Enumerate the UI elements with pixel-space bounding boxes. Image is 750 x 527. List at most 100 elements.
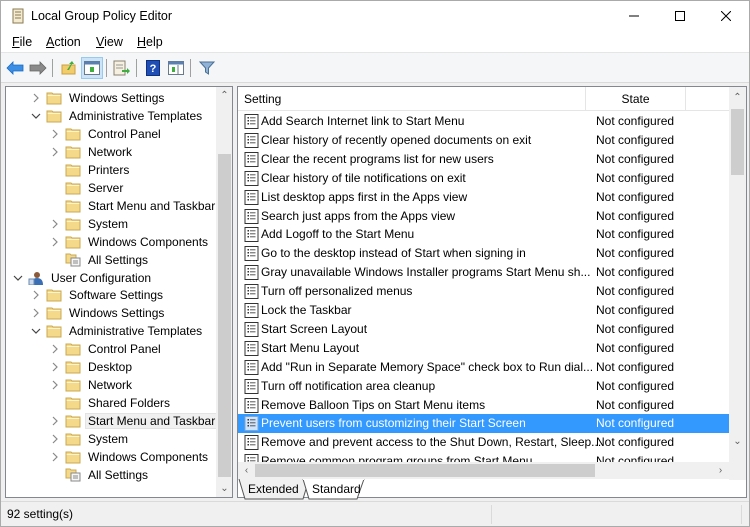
menu-file[interactable]: File: [12, 35, 32, 49]
tree-item[interactable]: System: [49, 215, 130, 233]
tree-item[interactable]: Windows Settings: [30, 89, 166, 107]
export-list-button[interactable]: [111, 57, 133, 79]
tree-item[interactable]: Start Menu and Taskbar: [49, 412, 219, 430]
tree-item[interactable]: Windows Settings: [30, 304, 166, 322]
tree-item[interactable]: System: [49, 430, 130, 448]
scrollbar-thumb[interactable]: [731, 109, 744, 175]
list-row[interactable]: Go to the desktop instead of Start when …: [238, 244, 729, 263]
scroll-up-arrow-icon[interactable]: ⌃: [216, 87, 232, 104]
tree-item[interactable]: Control Panel: [49, 340, 163, 358]
menu-action[interactable]: Action: [46, 35, 81, 49]
chevron-right-icon[interactable]: [49, 430, 61, 448]
list-row[interactable]: Turn off personalized menus Not configure…: [238, 282, 729, 301]
menu-view[interactable]: View: [96, 35, 123, 49]
tree-item-label: Desktop: [88, 360, 133, 375]
minimize-button[interactable]: [611, 1, 657, 31]
chevron-right-icon[interactable]: [49, 448, 61, 466]
tree-item[interactable]: Control Panel: [49, 125, 163, 143]
chevron-down-icon[interactable]: [12, 269, 24, 287]
console-tree-icon: [84, 61, 100, 75]
tree-item[interactable]: Server: [49, 179, 125, 197]
chevron-right-icon[interactable]: [49, 215, 61, 233]
setting-name: Lock the Taskbar: [261, 303, 352, 317]
list-row[interactable]: Start Menu Layout Not configured: [238, 339, 729, 358]
column-header-state[interactable]: State: [586, 87, 686, 111]
tree-item[interactable]: Start Menu and Taskbar: [49, 197, 217, 215]
close-button[interactable]: [703, 1, 749, 31]
menu-help[interactable]: Help: [137, 35, 163, 49]
tree-item[interactable]: Desktop: [49, 358, 134, 376]
tree-item[interactable]: Windows Components: [49, 448, 210, 466]
list-row[interactable]: Clear history of recently opened documen…: [238, 131, 729, 150]
list-row[interactable]: Prevent users from customizing their Sta…: [238, 414, 729, 434]
chevron-right-icon[interactable]: [49, 412, 61, 430]
tab-standard[interactable]: Standard: [312, 479, 361, 499]
chevron-right-icon[interactable]: [30, 89, 42, 107]
setting-state: Not configured: [596, 227, 675, 242]
setting-name: Add Search Internet link to Start Menu: [261, 114, 465, 128]
list-row[interactable]: Lock the Taskbar Not configured: [238, 301, 729, 320]
list-row[interactable]: Gray unavailable Windows Installer progr…: [238, 263, 729, 282]
scroll-up-arrow-icon[interactable]: ⌃: [729, 89, 746, 106]
list-horizontal-scrollbar[interactable]: ‹ ›: [238, 462, 729, 479]
tree-item[interactable]: Windows Components: [49, 233, 210, 251]
scroll-down-arrow-icon[interactable]: ⌄: [216, 480, 232, 497]
chevron-right-icon[interactable]: [30, 304, 42, 322]
tree-item[interactable]: Administrative Templates: [30, 107, 204, 125]
tree-item[interactable]: Software Settings: [30, 286, 165, 304]
scroll-left-arrow-icon[interactable]: ‹: [238, 462, 255, 479]
chevron-down-icon[interactable]: [30, 107, 42, 125]
list-row[interactable]: Remove Balloon Tips on Start Menu items N…: [238, 396, 729, 415]
help-button[interactable]: ?: [142, 57, 164, 79]
filter-button[interactable]: [196, 57, 218, 79]
tree-item[interactable]: Shared Folders: [49, 394, 172, 412]
chevron-right-icon[interactable]: [49, 125, 61, 143]
tree-item[interactable]: Administrative Templates: [30, 322, 204, 340]
up-one-level-button[interactable]: [58, 57, 80, 79]
forward-button[interactable]: [27, 57, 49, 79]
list-row[interactable]: List desktop apps first in the Apps view…: [238, 188, 729, 207]
tab-extended[interactable]: Extended: [248, 479, 299, 499]
setting-state: Not configured: [596, 378, 675, 393]
tree-item[interactable]: Network: [49, 376, 134, 394]
chevron-right-icon[interactable]: [49, 376, 61, 394]
chevron-right-icon[interactable]: [49, 143, 61, 161]
list-row[interactable]: Start Screen Layout Not configured: [238, 320, 729, 339]
policy-setting-icon: [244, 435, 259, 451]
list-row[interactable]: Turn off notification area cleanup Not co…: [238, 377, 729, 396]
menu-file-accel: F: [12, 35, 20, 49]
policy-setting-icon: [244, 151, 259, 167]
scrollbar-thumb[interactable]: [255, 464, 595, 477]
list-row[interactable]: Remove and prevent access to the Shut Do…: [238, 433, 729, 452]
column-header-setting[interactable]: Setting: [238, 87, 586, 111]
tree-item[interactable]: All Settings: [49, 251, 150, 269]
tree-item[interactable]: Printers: [49, 161, 131, 179]
setting-name: Clear history of tile notifications on e…: [261, 170, 466, 185]
scroll-down-arrow-icon[interactable]: ⌄: [729, 433, 746, 450]
chevron-right-icon[interactable]: [49, 340, 61, 358]
tree-item[interactable]: User Configuration: [12, 269, 153, 287]
scrollbar-thumb[interactable]: [218, 154, 231, 477]
list-row[interactable]: Clear history of tile notifications on e…: [238, 169, 729, 188]
chevron-right-icon[interactable]: [49, 358, 61, 376]
show-hide-console-tree-button[interactable]: [81, 57, 103, 79]
back-button[interactable]: [4, 57, 26, 79]
toolbar-separator: [106, 59, 107, 77]
list-row[interactable]: Add Search Internet link to Start Menu No…: [238, 112, 729, 131]
list-row[interactable]: Add Logoff to the Start Menu Not configur…: [238, 225, 729, 244]
chevron-right-icon[interactable]: [49, 233, 61, 251]
chevron-down-icon[interactable]: [30, 322, 42, 340]
show-hide-action-pane-button[interactable]: [165, 57, 187, 79]
tree-item[interactable]: All Settings: [49, 466, 150, 484]
list-row[interactable]: Search just apps from the Apps view Not c…: [238, 207, 729, 226]
help-icon: ?: [146, 60, 160, 76]
folder-icon: [65, 433, 81, 446]
tree-vertical-scrollbar[interactable]: ⌃ ⌄: [216, 87, 232, 497]
list-vertical-scrollbar[interactable]: ⌃ ⌄: [729, 87, 746, 480]
chevron-right-icon[interactable]: [30, 286, 42, 304]
maximize-button[interactable]: [657, 1, 703, 31]
list-row[interactable]: Clear the recent programs list for new u…: [238, 150, 729, 169]
scroll-right-arrow-icon[interactable]: ›: [712, 462, 729, 479]
list-row[interactable]: Add "Run in Separate Memory Space" check…: [238, 358, 729, 377]
tree-item[interactable]: Network: [49, 143, 134, 161]
